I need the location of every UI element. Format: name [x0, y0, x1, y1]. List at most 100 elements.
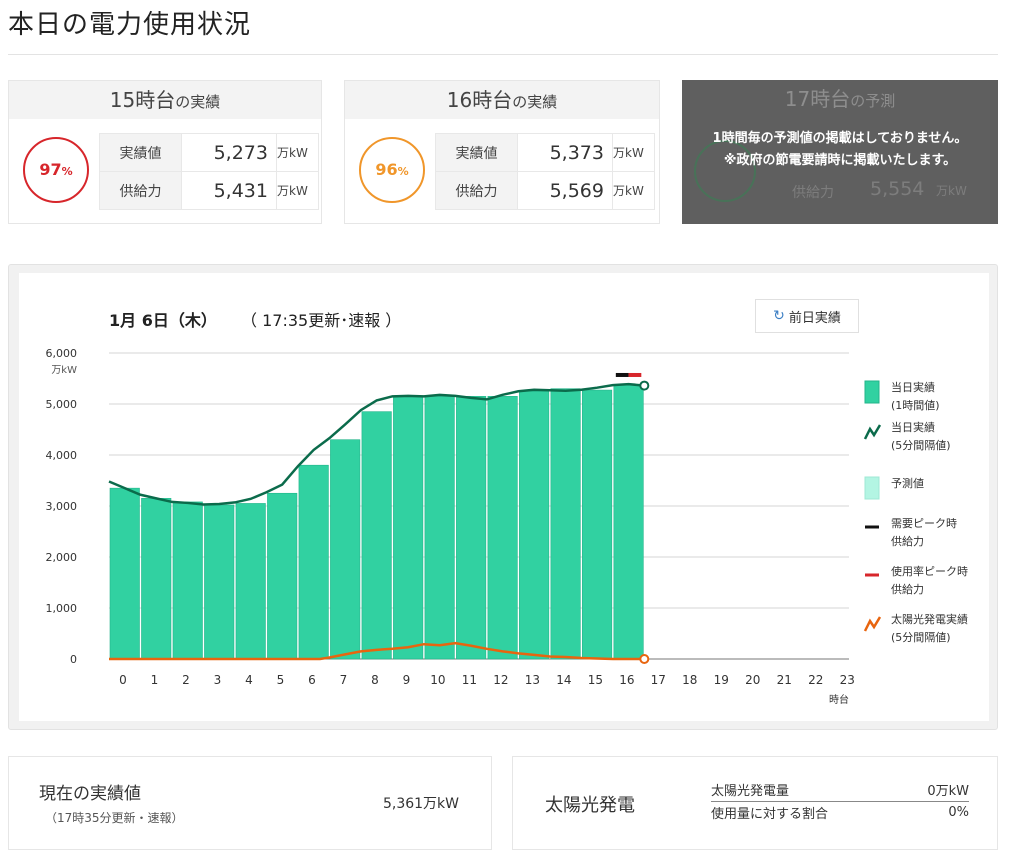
legend-swatch — [863, 616, 882, 632]
hour16-stats-table: 実績値 5,373 万kW 供給力 5,569 万kW — [435, 133, 655, 210]
legend-label: 当日実績 — [891, 380, 935, 394]
hour16-card: 16時台の実績 96% 実績値 5,373 万kW 供給力 5,569 万kW — [344, 80, 660, 224]
hour16-actual-row: 実績値 5,373 万kW — [435, 133, 655, 172]
current-value: 5,361万kW — [382, 796, 459, 812]
x-tick-label: 13 — [525, 673, 540, 687]
x-tick-label: 11 — [462, 673, 477, 687]
hour17-notice-line1: 1時間毎の予測値の掲載はしておりません。 — [712, 131, 968, 146]
usage-bar — [109, 487, 140, 660]
hour15-pct-sign: % — [61, 165, 73, 178]
hour16-actual-value: 5,373 — [517, 133, 613, 172]
x-tick-label: 9 — [403, 673, 411, 687]
hour17-header: 17時台の予測 — [682, 80, 998, 118]
x-tick-label: 15 — [588, 673, 603, 687]
x-tick-label: 18 — [682, 673, 697, 687]
x-tick-label: 7 — [340, 673, 348, 687]
title-divider — [8, 54, 998, 55]
y-tick-label: 6,000 — [46, 347, 78, 360]
usage-bar — [330, 439, 361, 660]
solar-card: 太陽光発電 太陽光発電量 0万kW 使用量に対する割合 0% — [512, 756, 998, 850]
legend-label: 使用率ピーク時 — [891, 564, 968, 578]
usage-bar — [424, 396, 455, 660]
chart-date: 1月 6日（木） — [109, 311, 217, 330]
hour16-pct-sign: % — [397, 165, 409, 178]
hour15-usage-rate: 97 — [39, 160, 62, 179]
usage-bar — [487, 396, 518, 660]
x-tick-label: 3 — [214, 673, 222, 687]
hour16-usage-ring: 96% — [359, 137, 425, 203]
x-tick-label: 5 — [277, 673, 285, 687]
x-tick-label: 10 — [430, 673, 445, 687]
hour17-supply-value: 5,554 — [870, 178, 925, 200]
x-tick-label: 1 — [151, 673, 159, 687]
refresh-icon: ↻ — [773, 308, 785, 324]
hour16-supply-row: 供給力 5,569 万kW — [435, 171, 655, 210]
chart-panel: 0 1,000 2,000 3,000 4,000 5,000 6,000 万kW 0 1 2 3 4 5… — [8, 264, 998, 730]
x-tick-label: 17 — [651, 673, 666, 687]
hour16-supply-unit: 万kW — [612, 171, 655, 210]
current-value-card: 現在の実績値 （17時35分更新・速報） 5,361万kW — [8, 756, 492, 850]
hour16-usage-rate: 96 — [375, 160, 398, 179]
x-tick-label: 21 — [777, 673, 792, 687]
usage-bar — [582, 389, 613, 660]
legend-label: 需要ピーク時 — [891, 517, 957, 530]
legend-label: 供給力 — [891, 534, 924, 548]
hour16-supply-label: 供給力 — [435, 171, 518, 210]
x-tick-label: 16 — [619, 673, 634, 687]
usage-bar — [393, 396, 424, 660]
legend-label: (5分間隔値) — [891, 631, 951, 644]
hour15-usage-ring: 97% — [23, 137, 89, 203]
chart-update-status: （ 17:35更新･速報 ） — [241, 311, 402, 330]
solar-table: 太陽光発電量 0万kW 使用量に対する割合 0% — [711, 779, 969, 823]
hour15-title-hour: 15時台 — [109, 88, 176, 112]
solar-gen-label: 太陽光発電量 — [711, 779, 902, 802]
solar-5min-line-endpoint — [639, 654, 650, 664]
x-tick-label: 22 — [808, 673, 823, 687]
legend-swatch — [864, 380, 880, 404]
hour15-actual-unit: 万kW — [276, 133, 319, 172]
x-tick-label: 12 — [493, 673, 508, 687]
legend-label: (5分間隔値) — [891, 439, 951, 452]
hour17-title-suffix: の予測 — [850, 92, 896, 110]
y-axis-unit: 万kW — [51, 365, 77, 376]
x-tick-label: 19 — [714, 673, 729, 687]
hour16-title-suffix: の実績 — [512, 93, 558, 111]
hour17-forecast-card: 17時台の予測 供給力 5,554 万kW 1時間毎の予測値の掲載はしておりませ… — [682, 80, 998, 224]
solar-title: 太陽光発電 — [545, 795, 635, 816]
hour16-actual-unit: 万kW — [612, 133, 655, 172]
demand-5min-line-endpoint — [639, 380, 650, 391]
y-tick-label: 5,000 — [46, 398, 78, 411]
solar-ratio-value: 0% — [948, 804, 969, 820]
x-tick-label: 0 — [119, 673, 127, 687]
usage-bar — [204, 504, 235, 660]
x-tick-label: 20 — [745, 673, 760, 687]
hour16-supply-value: 5,569 — [517, 171, 613, 210]
y-tick-label: 2,000 — [46, 551, 78, 564]
usage-bar — [613, 384, 644, 660]
legend-swatch — [864, 476, 880, 500]
hour15-supply-row: 供給力 5,431 万kW — [99, 171, 319, 210]
y-tick-label: 4,000 — [46, 449, 78, 462]
hour15-title-suffix: の実績 — [175, 93, 221, 111]
hour15-supply-label: 供給力 — [99, 171, 182, 210]
legend-label: 当日実績 — [891, 420, 935, 434]
x-tick-label: 8 — [371, 673, 379, 687]
hour17-supply-label: 供給力 — [792, 185, 834, 201]
usage-bar — [267, 492, 298, 660]
legend-label: 供給力 — [891, 582, 924, 596]
previous-day-button[interactable]: ↻ 前日実績 — [755, 299, 859, 333]
hour17-notice-line2: ※政府の節電要請時に掲載いたします。 — [723, 153, 957, 168]
hour15-supply-value: 5,431 — [181, 171, 277, 210]
x-tick-label: 2 — [182, 673, 190, 687]
hour15-actual-value: 5,273 — [181, 133, 277, 172]
hour17-title-hour: 17時台 — [784, 87, 851, 111]
usage-bar — [172, 501, 203, 660]
solar-ratio-label: 使用量に対する割合 — [711, 806, 829, 822]
solar-gen-value: 0万kW — [901, 779, 969, 802]
legend-label: (1時間値) — [891, 399, 940, 412]
hour15-actual-label: 実績値 — [99, 133, 182, 172]
x-tick-label: 6 — [308, 673, 316, 687]
usage-bar — [519, 390, 550, 660]
page-title: 本日の電力使用状況 — [8, 10, 252, 40]
y-tick-label: 1,000 — [46, 602, 78, 615]
